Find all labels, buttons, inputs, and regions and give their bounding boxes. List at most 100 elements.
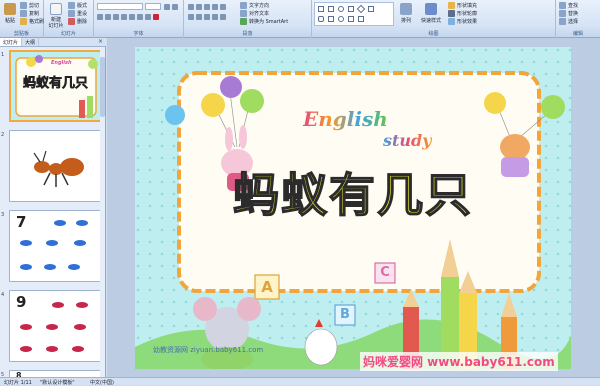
smartart-button[interactable]: 转换为 SmartArt xyxy=(240,18,288,25)
bullets-icon[interactable] xyxy=(188,4,194,10)
cut-button[interactable]: 剪切 xyxy=(20,2,39,9)
thumb-number: 3 xyxy=(1,212,5,218)
bold-icon[interactable] xyxy=(97,14,103,20)
tab-outline[interactable]: 大纲 xyxy=(22,38,40,46)
line-spacing-icon[interactable] xyxy=(220,4,226,10)
increase-indent-icon[interactable] xyxy=(212,4,218,10)
font-style-buttons[interactable] xyxy=(97,14,159,20)
diamond-shape-icon[interactable] xyxy=(356,4,366,14)
select-button[interactable]: 选择 xyxy=(559,18,578,25)
brace-shape-icon[interactable] xyxy=(348,16,354,22)
slide-editor: English study 蚂蚁有几只 A B C 幼教资源网 ziyuan.b… xyxy=(107,38,600,377)
panel-scrollbar[interactable] xyxy=(100,47,105,377)
drawing-group: 排列 快速样式 形状填充 形状轮廓 形状效果 绘图 xyxy=(312,0,556,38)
copy-button[interactable]: 复制 xyxy=(20,10,39,17)
layout-icon xyxy=(68,2,75,9)
thumb-1-english: English xyxy=(51,60,72,66)
font-group-label: 字体 xyxy=(133,31,144,37)
align-text-icon xyxy=(240,10,247,17)
pen-icon xyxy=(448,10,455,17)
font-name-combo[interactable] xyxy=(97,3,143,10)
rounded-rect-shape-icon[interactable] xyxy=(318,16,324,22)
close-icon[interactable]: × xyxy=(95,38,106,46)
text-direction-button[interactable]: 文字方向 xyxy=(240,2,269,9)
slides-group: 新建 幻灯片 版式 重设 删除 幻灯片 xyxy=(44,0,94,38)
new-slide-button[interactable]: 新建 幻灯片 xyxy=(47,3,65,29)
slide-title[interactable]: 蚂蚁有几只 xyxy=(135,159,571,225)
effects-icon xyxy=(448,18,455,25)
quick-styles-button[interactable]: 快速样式 xyxy=(420,3,442,27)
quick-styles-icon xyxy=(425,3,437,15)
watermark: 妈咪爱婴网 www.baby611.com xyxy=(360,352,558,371)
line-shape-icon[interactable] xyxy=(328,6,334,12)
align-left-icon[interactable] xyxy=(188,14,194,20)
shape-fill-button[interactable]: 形状填充 xyxy=(448,2,477,9)
paragraph-group-label: 段落 xyxy=(242,31,253,37)
star-shape-icon[interactable] xyxy=(358,16,364,22)
english-word: English xyxy=(303,107,388,131)
font-grow-shrink[interactable] xyxy=(164,4,178,10)
brush-icon xyxy=(20,18,27,25)
scrollbar-thumb[interactable] xyxy=(100,57,105,117)
slides-group-label: 幻灯片 xyxy=(60,31,76,37)
text-direction-icon xyxy=(240,2,247,9)
italic-icon[interactable] xyxy=(105,14,111,20)
delete-button[interactable]: 删除 xyxy=(68,18,87,25)
columns-icon[interactable] xyxy=(220,14,226,20)
copy-icon xyxy=(20,10,27,17)
circle-shape-icon[interactable] xyxy=(338,16,344,22)
shape-effects-button[interactable]: 形状效果 xyxy=(448,18,477,25)
align-center-icon[interactable] xyxy=(196,14,202,20)
rect-shape-icon[interactable] xyxy=(348,6,354,12)
shape-outline-button[interactable]: 形状轮廓 xyxy=(448,10,477,17)
align-right-icon[interactable] xyxy=(204,14,210,20)
underline-icon[interactable] xyxy=(113,14,119,20)
paste-button[interactable]: 粘贴 xyxy=(2,3,18,27)
justify-icon[interactable] xyxy=(212,14,218,20)
format-painter-button[interactable]: 格式刷 xyxy=(20,18,44,25)
ant-icon xyxy=(10,131,103,201)
paragraph-group: 文字方向 对齐文本 转换为 SmartArt 段落 xyxy=(184,0,312,38)
binoculars-icon xyxy=(559,2,566,9)
reset-icon xyxy=(68,10,75,17)
current-slide[interactable]: English study 蚂蚁有几只 A B C 幼教资源网 ziyuan.b… xyxy=(135,47,571,369)
textbox-shape-icon[interactable] xyxy=(318,6,324,12)
english-word-text: English xyxy=(303,107,388,131)
oval-shape-icon[interactable] xyxy=(338,6,344,12)
reset-button[interactable]: 重设 xyxy=(68,10,87,17)
study-word: study xyxy=(383,131,432,150)
block-letter-c: C xyxy=(380,265,390,280)
shadow-icon[interactable] xyxy=(129,14,135,20)
replace-button[interactable]: 替换 xyxy=(559,10,578,17)
ribbon: 粘贴 剪切 复制 格式刷 剪贴板 新建 幻灯片 版式 重设 删除 幻灯片 字体 xyxy=(0,0,600,38)
list-buttons[interactable] xyxy=(188,4,226,10)
status-bar: 幻灯片 1/11 "默认设计模板" 中文(中国) xyxy=(0,377,600,386)
arrow-shape-icon[interactable] xyxy=(328,16,334,22)
slide-thumbnail-3[interactable]: 7 xyxy=(9,210,104,282)
slide-thumbnail-2[interactable] xyxy=(9,130,104,202)
slide-site-text: 幼教资源网 ziyuan.baby611.com xyxy=(153,346,264,354)
find-button[interactable]: 查找 xyxy=(559,2,578,9)
align-buttons[interactable] xyxy=(188,14,226,20)
align-text-button[interactable]: 对齐文本 xyxy=(240,10,269,17)
strikethrough-icon[interactable] xyxy=(121,14,127,20)
thumb-number: 1 xyxy=(1,52,5,58)
drawing-group-label: 绘图 xyxy=(428,31,439,37)
slide-thumbnail-1[interactable]: English 蚂蚁有几只 xyxy=(9,50,104,122)
thumb-1-title: 蚂蚁有几只 xyxy=(23,76,89,92)
decrease-indent-icon[interactable] xyxy=(204,4,210,10)
tab-slides[interactable]: 幻灯片 xyxy=(0,38,23,46)
study-word-text: study xyxy=(383,131,432,150)
triangle-shape-icon[interactable] xyxy=(368,6,374,12)
numbering-icon[interactable] xyxy=(196,4,202,10)
layout-button[interactable]: 版式 xyxy=(68,2,87,9)
case-icon[interactable] xyxy=(145,14,151,20)
arrange-button[interactable]: 排列 xyxy=(398,3,414,27)
spacing-icon[interactable] xyxy=(137,14,143,20)
font-size-combo[interactable] xyxy=(145,3,161,10)
cursor-icon xyxy=(559,18,566,25)
shapes-gallery[interactable] xyxy=(314,2,394,26)
slide-thumbnail-4[interactable]: 9 xyxy=(9,290,104,362)
font-color-icon[interactable] xyxy=(153,14,159,20)
scissors-icon xyxy=(20,2,27,9)
